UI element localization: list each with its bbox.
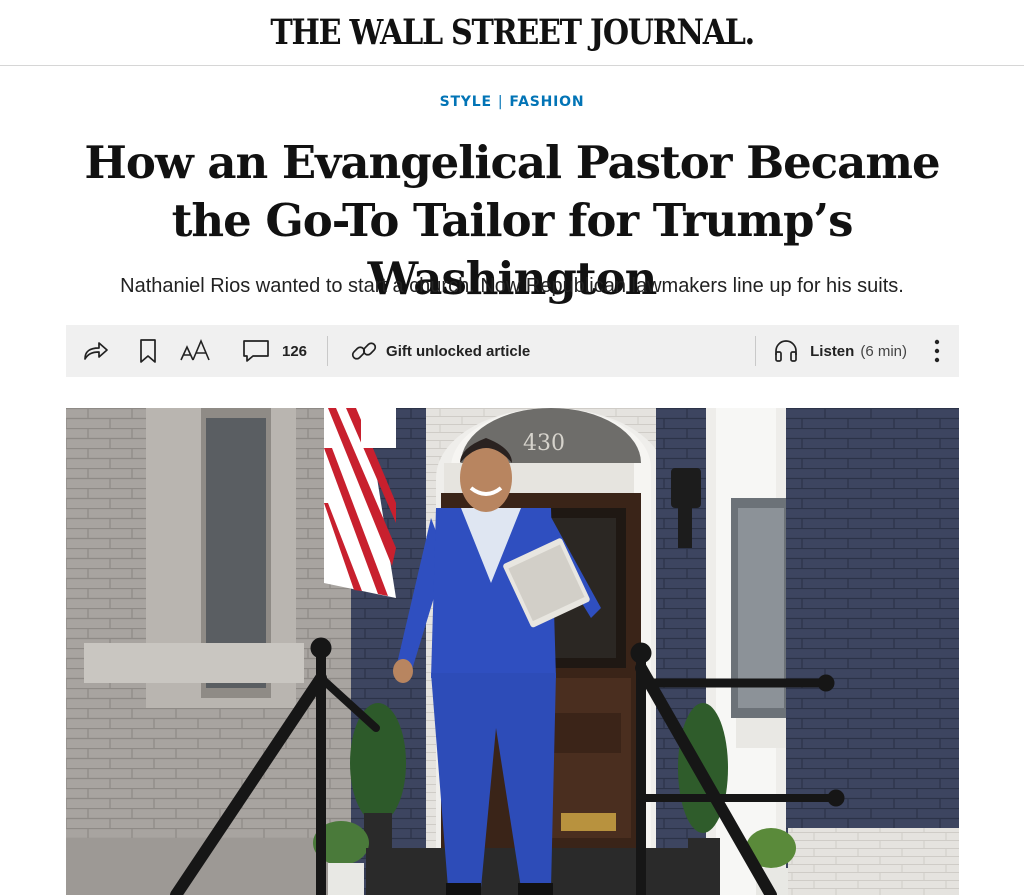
breadcrumb: STYLE | FASHION [0, 94, 1024, 110]
comment-bubble-icon [240, 335, 272, 367]
listen-label: Listen [810, 342, 855, 360]
gift-article-button[interactable]: Gift unlocked article [348, 335, 530, 367]
breadcrumb-separator: | [497, 94, 504, 110]
breadcrumb-section-fashion[interactable]: FASHION [509, 94, 584, 110]
more-options-button[interactable] [929, 335, 945, 367]
article-toolbar: 126 Gift unlocked article Listen (6 min) [66, 325, 959, 377]
masthead: THE WALL STREET JOURNAL. [0, 0, 1024, 66]
article-dek: Nathaniel Rios wanted to start a church.… [120, 275, 904, 297]
link-icon [348, 335, 380, 367]
breadcrumb-section-style[interactable]: STYLE [440, 94, 492, 110]
gift-article-label: Gift unlocked article [386, 342, 531, 360]
headphones-icon [770, 335, 802, 367]
hero-photo-illustration: 430 [66, 408, 959, 895]
listen-duration: (6 min) [860, 342, 907, 360]
share-button[interactable] [80, 335, 112, 367]
wsj-logo[interactable]: THE WALL STREET JOURNAL. [270, 12, 755, 53]
listen-button[interactable]: Listen (6 min) [770, 335, 907, 367]
toolbar-divider [327, 336, 329, 366]
comments-count: 126 [282, 342, 308, 360]
more-vertical-icon [929, 335, 945, 367]
hero-photo: 430 [66, 408, 959, 895]
save-button[interactable] [132, 335, 164, 367]
comments-button[interactable]: 126 [240, 335, 307, 367]
door-number: 430 [523, 431, 565, 456]
text-size-icon [176, 335, 216, 367]
text-size-button[interactable] [176, 335, 216, 367]
bookmark-icon [132, 335, 164, 367]
toolbar-divider-2 [755, 336, 757, 366]
share-arrow-icon [80, 335, 112, 367]
